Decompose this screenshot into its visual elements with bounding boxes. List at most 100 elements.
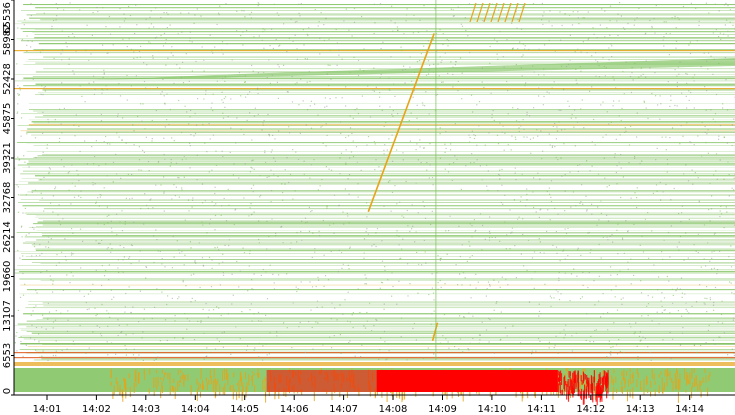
scatter-point [657, 289, 659, 291]
band-streak [227, 373, 229, 386]
scatter-point [704, 131, 706, 133]
band-streak [612, 378, 614, 386]
scatter-point [486, 185, 488, 187]
scatter-point [409, 230, 411, 233]
traffic-line [31, 121, 735, 123]
scatter-point [161, 91, 163, 93]
scatter-point [102, 76, 104, 78]
scatter-point [363, 70, 365, 72]
scatter-point [473, 137, 476, 140]
band-streak [700, 389, 702, 398]
scatter-point [554, 207, 556, 209]
scatter-point [600, 316, 602, 318]
scatter-point [539, 209, 541, 211]
scatter-point [16, 331, 18, 334]
scatter-point [68, 171, 70, 173]
scatter-point [103, 69, 105, 71]
scatter-point [582, 284, 584, 286]
scatter-point [164, 126, 166, 128]
scatter-point [325, 145, 327, 147]
scatter-point [713, 301, 715, 304]
scatter-point [108, 15, 110, 18]
scatter-point [429, 143, 431, 145]
scatter-point [558, 271, 560, 273]
scatter-point [383, 303, 385, 305]
scatter-point [463, 316, 465, 318]
scatter-point [39, 243, 41, 246]
scatter-point [154, 37, 156, 39]
band-streak [200, 383, 201, 389]
scatter-point [105, 85, 107, 87]
scatter-point [733, 118, 735, 120]
scatter-point [709, 220, 711, 222]
scatter-point [320, 12, 322, 14]
scatter-point [433, 353, 435, 355]
scatter-point [507, 144, 509, 146]
band-streak [660, 371, 662, 375]
scatter-point [122, 271, 124, 273]
traffic-line [17, 142, 735, 143]
scatter-point [515, 179, 517, 181]
scatter-point [68, 63, 70, 65]
band-streak [661, 383, 663, 394]
scatter-point [379, 96, 381, 98]
scatter-point [548, 39, 550, 42]
scatter-point [278, 66, 280, 68]
scatter-point [41, 252, 43, 255]
scatter-point [109, 143, 111, 145]
scatter-point [156, 86, 159, 89]
scatter-point [564, 13, 566, 15]
scatter-point [437, 63, 439, 65]
traffic-line [35, 175, 735, 177]
band-streak [651, 369, 653, 379]
band-streak [123, 377, 125, 382]
scatter-point [226, 43, 228, 45]
scatter-point [189, 241, 191, 243]
scatter-point [284, 183, 286, 185]
scatter-point [276, 12, 278, 14]
hot-region-streak [558, 377, 560, 382]
scatter-point [125, 197, 127, 199]
scatter-point [345, 149, 347, 151]
y-tick-label: 39321 [2, 142, 13, 174]
scatter-point [55, 310, 57, 312]
scatter-point [268, 353, 270, 355]
scatter-point [292, 198, 294, 200]
scatter-point [652, 192, 654, 194]
scatter-point [379, 287, 381, 289]
band-streak [613, 369, 615, 374]
scatter-point [40, 93, 42, 95]
scatter-point [69, 2, 71, 4]
scatter-point [205, 356, 207, 358]
scatter-point [659, 95, 661, 97]
band-streak [246, 382, 248, 393]
scatter-point [202, 224, 204, 226]
scatter-point [548, 187, 550, 189]
scatter-point [458, 348, 460, 350]
scatter-point [500, 338, 502, 340]
scatter-point [523, 128, 525, 130]
scatter-point [406, 8, 408, 10]
scatter-point [488, 317, 490, 319]
scatter-point [357, 288, 359, 290]
scatter-point [46, 147, 48, 149]
scatter-point [348, 29, 350, 31]
scatter-point [338, 49, 340, 51]
scatter-point [485, 295, 487, 297]
scatter-point [425, 91, 427, 93]
scatter-point [609, 20, 611, 22]
scatter-point [704, 303, 706, 305]
scatter-point [17, 103, 19, 105]
scatter-point [17, 194, 20, 196]
scatter-point [641, 315, 643, 317]
scatter-point [569, 171, 571, 173]
scatter-point [99, 242, 101, 244]
scatter-point [490, 92, 492, 94]
scatter-point [185, 53, 187, 55]
scatter-point [616, 165, 618, 167]
scatter-point [152, 207, 154, 209]
hot-region-streak [592, 391, 594, 403]
scatter-point [706, 90, 708, 92]
scatter-point [439, 342, 442, 344]
scatter-point [586, 313, 588, 315]
